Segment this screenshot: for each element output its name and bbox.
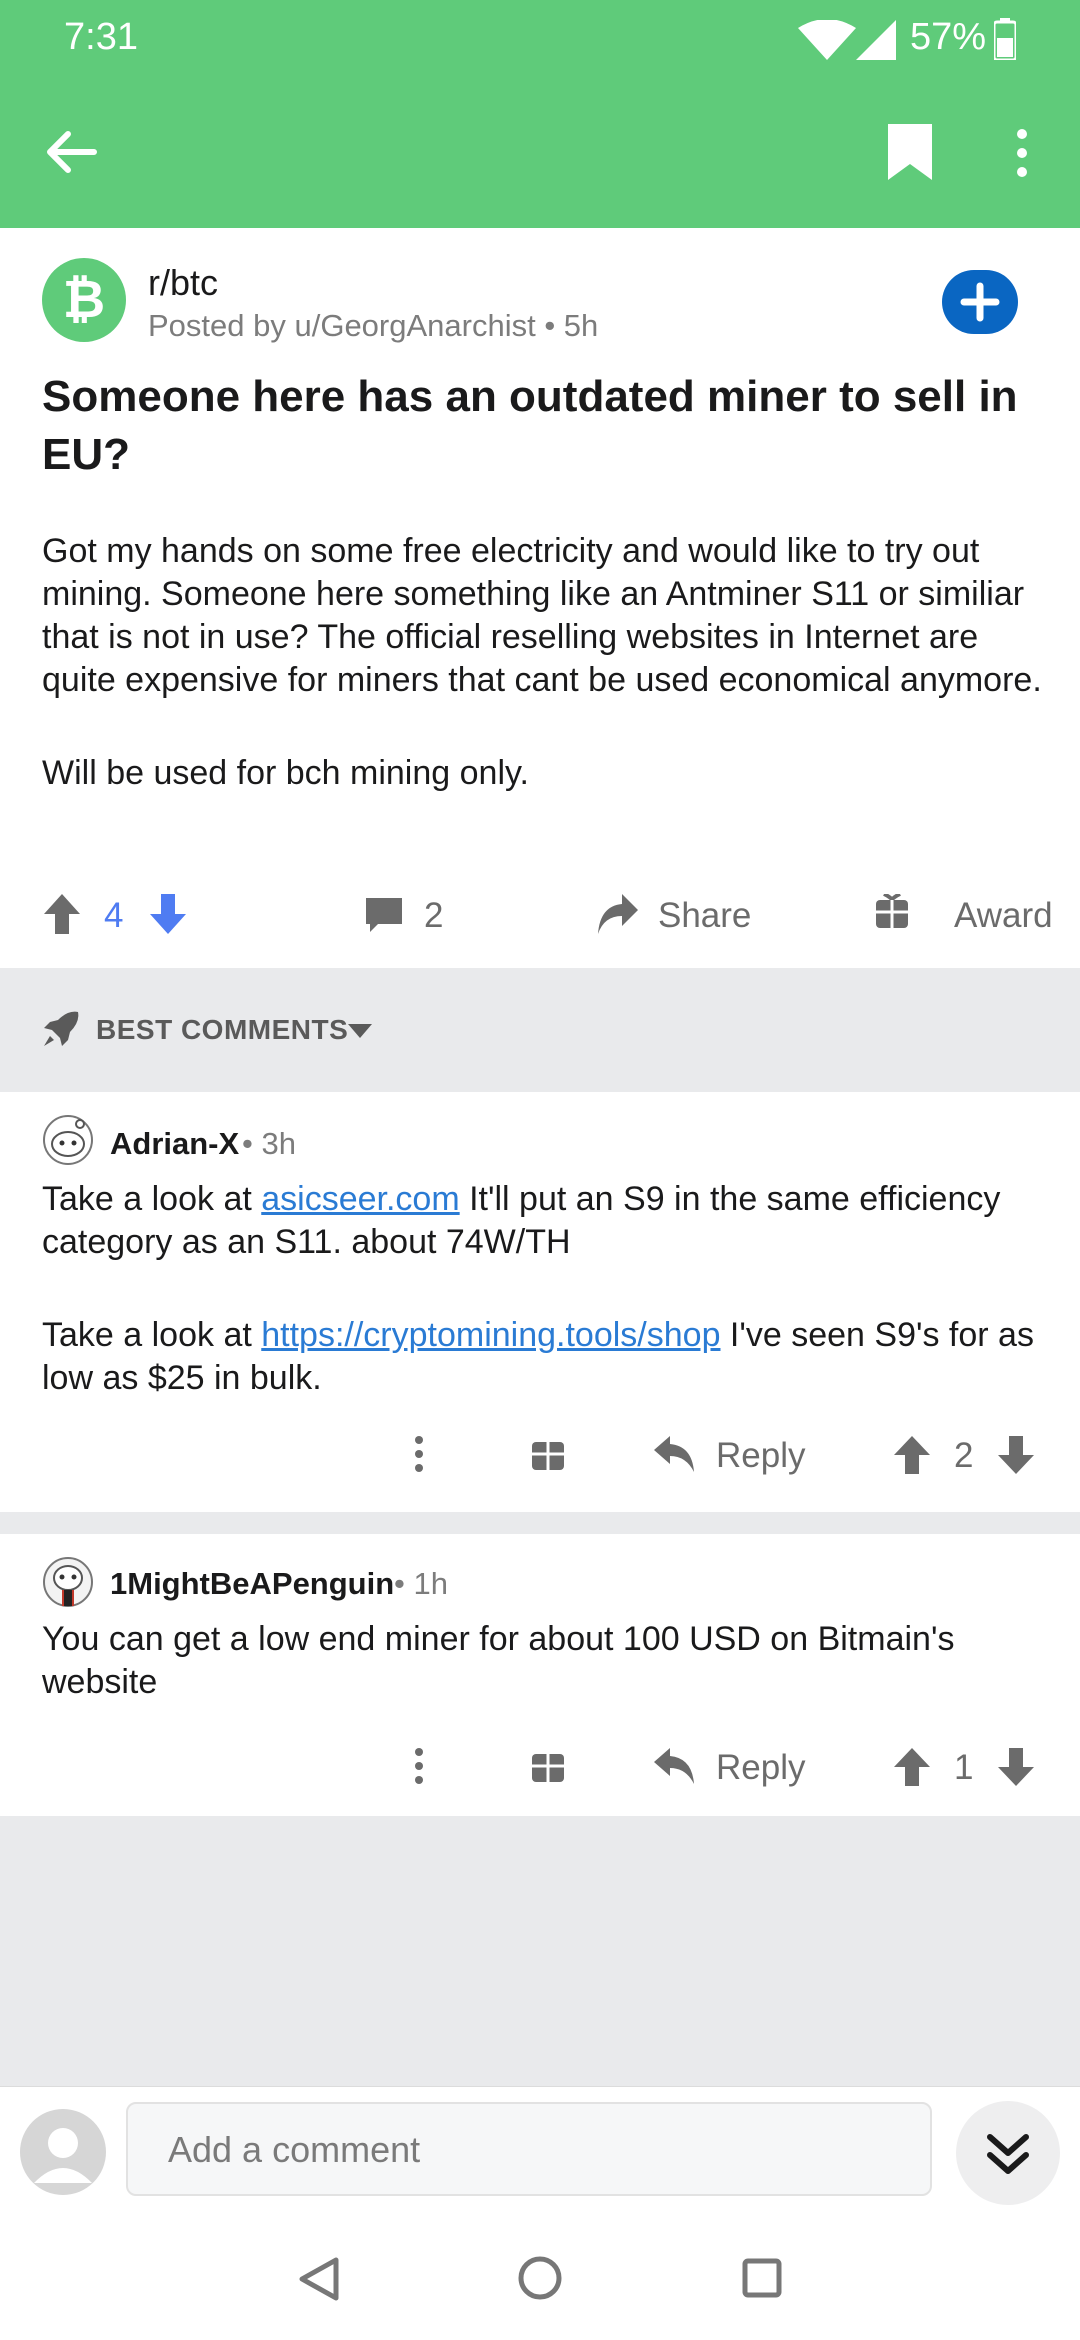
comment-body: Take a look at asicseer.com It'll put an… bbox=[42, 1178, 1052, 1450]
subreddit-name[interactable]: r/btc bbox=[148, 262, 218, 304]
more-options-icon[interactable] bbox=[1014, 128, 1030, 183]
app-header: 7:31 57% bbox=[0, 0, 1080, 228]
comment-input[interactable] bbox=[128, 2104, 930, 2196]
comment-vote-count: 1 bbox=[954, 1748, 974, 1787]
post-vote-count: 4 bbox=[104, 896, 124, 935]
downvote-icon[interactable] bbox=[998, 1748, 1034, 1795]
award-icon[interactable] bbox=[532, 1748, 564, 1791]
scroll-down-button[interactable] bbox=[956, 2101, 1060, 2205]
status-time: 7:31 bbox=[64, 16, 138, 58]
empty-area bbox=[0, 1816, 1080, 2086]
award-icon[interactable] bbox=[532, 1436, 564, 1479]
comment-divider bbox=[0, 1512, 1080, 1534]
dropdown-icon[interactable] bbox=[348, 1024, 372, 1043]
system-nav-bar bbox=[0, 2216, 1080, 2340]
upvote-icon[interactable] bbox=[894, 1436, 930, 1483]
comment-body: You can get a low end miner for about 10… bbox=[42, 1620, 955, 1701]
more-options-icon[interactable] bbox=[414, 1748, 424, 1793]
nav-back-icon[interactable] bbox=[298, 2256, 340, 2307]
post-actions: 4 2 Share Award bbox=[0, 880, 1080, 950]
comment-actions: Reply 2 bbox=[0, 1422, 1080, 1492]
comment-actions: Reply 1 bbox=[0, 1734, 1080, 1804]
join-button[interactable] bbox=[942, 270, 1018, 334]
reply-label[interactable]: Reply bbox=[716, 1436, 805, 1476]
nav-home-icon[interactable] bbox=[518, 2256, 562, 2305]
nav-recents-icon[interactable] bbox=[742, 2258, 782, 2303]
award-icon[interactable] bbox=[874, 892, 910, 939]
reply-label[interactable]: Reply bbox=[716, 1748, 805, 1788]
subreddit-avatar[interactable]: ₿ bbox=[42, 258, 126, 342]
post-body: Got my hands on some free electricity an… bbox=[42, 530, 1042, 845]
upvote-icon[interactable] bbox=[894, 1748, 930, 1795]
post-body-paragraph: Will be used for bch mining only. bbox=[42, 754, 529, 792]
downvote-icon[interactable] bbox=[998, 1436, 1034, 1483]
sort-label[interactable]: BEST COMMENTS bbox=[96, 1014, 348, 1046]
battery-percent: 57% bbox=[910, 16, 987, 58]
award-label[interactable]: Award bbox=[954, 896, 1053, 936]
plus-icon bbox=[960, 282, 1000, 322]
comment-item: Adrian-X • 3h Take a look at asicseer.co… bbox=[0, 1092, 1080, 1512]
reply-icon[interactable] bbox=[654, 1748, 694, 1793]
share-label[interactable]: Share bbox=[658, 896, 751, 936]
comment-author[interactable]: Adrian-X bbox=[110, 1126, 239, 1162]
comment-sort-bar[interactable]: BEST COMMENTS bbox=[0, 968, 1080, 1092]
downvote-icon[interactable] bbox=[150, 894, 186, 943]
comment-author[interactable]: 1MightBeAPenguin bbox=[110, 1566, 394, 1602]
comment-paragraph: Take a look at asicseer.com It'll put an… bbox=[42, 1180, 1001, 1261]
rocket-icon bbox=[42, 1010, 80, 1053]
post-title: Someone here has an outdated miner to se… bbox=[42, 372, 1018, 479]
wifi-icon bbox=[798, 19, 856, 65]
comment-count[interactable]: 2 bbox=[424, 896, 443, 936]
comment-input-box[interactable] bbox=[126, 2102, 932, 2196]
post-meta: Posted by u/GeorgAnarchist • 5h bbox=[148, 308, 599, 343]
user-avatar[interactable] bbox=[42, 1554, 94, 1613]
comment-icon[interactable] bbox=[366, 898, 402, 943]
profile-avatar-icon[interactable] bbox=[20, 2109, 106, 2200]
user-avatar[interactable] bbox=[42, 1114, 94, 1171]
share-icon[interactable] bbox=[596, 894, 638, 943]
comment-vote-count: 2 bbox=[954, 1436, 974, 1475]
reply-icon[interactable] bbox=[654, 1436, 694, 1481]
bookmark-icon[interactable] bbox=[888, 124, 932, 185]
comment-time: • 3h bbox=[242, 1126, 296, 1161]
comment-link[interactable]: https://cryptomining.tools/shop bbox=[261, 1316, 720, 1354]
comment-time: • 1h bbox=[394, 1566, 448, 1601]
comment-paragraph: Take a look at https://cryptomining.tool… bbox=[42, 1316, 1034, 1397]
signal-icon bbox=[856, 20, 896, 65]
upvote-icon[interactable] bbox=[44, 894, 80, 943]
double-chevron-down-icon bbox=[987, 2134, 1029, 2174]
more-options-icon[interactable] bbox=[414, 1436, 424, 1481]
comment-item: 1MightBeAPenguin • 1h You can get a low … bbox=[0, 1534, 1080, 1816]
back-arrow-icon[interactable] bbox=[46, 126, 98, 183]
comment-link[interactable]: asicseer.com bbox=[261, 1180, 459, 1218]
battery-icon bbox=[992, 18, 1018, 65]
post-body-paragraph: Got my hands on some free electricity an… bbox=[42, 532, 1042, 699]
